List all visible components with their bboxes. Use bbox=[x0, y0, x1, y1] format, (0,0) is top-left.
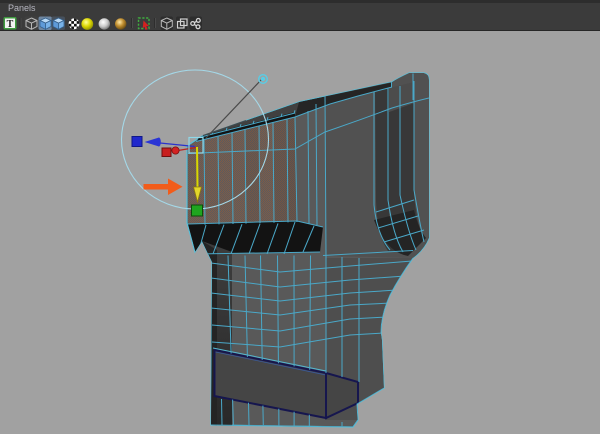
svg-text:T: T bbox=[7, 19, 14, 30]
